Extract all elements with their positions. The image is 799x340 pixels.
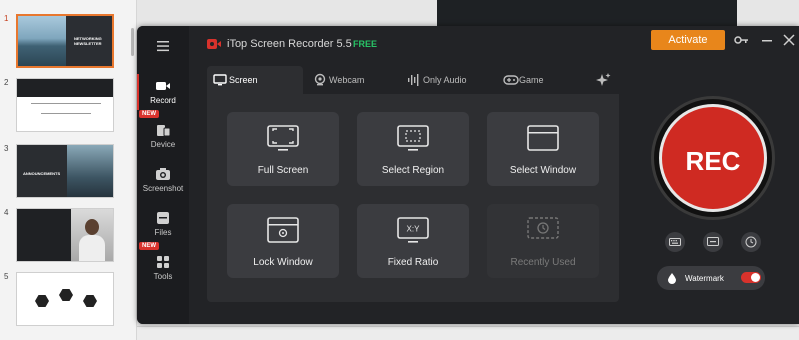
fixed-ratio-button[interactable]: X:Y Fixed Ratio <box>357 204 469 278</box>
select-window-icon <box>527 125 559 151</box>
slide-line <box>31 103 101 104</box>
select-window-label: Select Window <box>509 165 577 176</box>
lock-window-label: Lock Window <box>253 257 313 268</box>
watermark-control: Watermark <box>657 266 765 290</box>
nav-tools-label: Tools <box>153 272 173 281</box>
keyboard-icon <box>669 238 681 246</box>
full-screen-button[interactable]: Full Screen <box>227 112 339 186</box>
fixed-ratio-label: Fixed Ratio <box>387 257 439 268</box>
recently-used-button[interactable]: Recently Used <box>487 204 599 278</box>
background-status-bar <box>137 326 799 340</box>
app-logo-icon <box>207 39 221 49</box>
app-title: iTop Screen Recorder 5.5 <box>227 38 352 50</box>
fixed-ratio-glyph: X:Y <box>407 225 421 234</box>
nav-device[interactable]: NEW Device <box>137 110 189 158</box>
slide-number: 1 <box>4 14 9 23</box>
slide-title-text: ANNOUNCEMENTS <box>23 171 61 176</box>
watermark-label: Watermark <box>685 274 724 283</box>
rec-button[interactable]: REC <box>659 104 767 212</box>
select-region-button[interactable]: Select Region <box>357 112 469 186</box>
slide-photo <box>67 145 113 197</box>
nav-record[interactable]: Record <box>137 70 189 114</box>
recorder-window: Record NEW Device Screenshot Files NEW T… <box>137 26 799 324</box>
slide-title-text: NETWORKING NEWSLETTER <box>74 36 102 46</box>
slide-image <box>16 208 114 262</box>
slide-image: NETWORKING NEWSLETTER <box>16 14 114 68</box>
slide-image: ANNOUNCEMENTS <box>16 144 114 198</box>
video-camera-icon <box>156 82 170 90</box>
nav-files-label: Files <box>154 228 172 237</box>
recently-used-label: Recently Used <box>510 257 576 268</box>
free-tag: FREE <box>353 39 378 49</box>
slide-image <box>16 78 114 132</box>
slide-thumbnail-1[interactable]: 1 NETWORKING NEWSLETTER <box>0 14 137 74</box>
new-badge: NEW <box>139 110 159 118</box>
record-controls: REC Watermark <box>619 26 799 324</box>
tab-webcam[interactable]: Webcam <box>307 66 399 94</box>
nav-screenshot[interactable]: Screenshot <box>137 158 189 202</box>
slide-hexagon <box>83 295 97 307</box>
select-region-icon <box>397 125 429 151</box>
full-screen-icon <box>267 125 299 151</box>
tab-game-label: Game <box>519 75 544 85</box>
tab-webcam-label: Webcam <box>329 75 365 85</box>
subtitle-settings-button[interactable] <box>703 232 723 252</box>
desktop: 1 NETWORKING NEWSLETTER 2 3 ANNOUNCEMENT… <box>0 0 799 340</box>
screen-icon <box>707 237 719 246</box>
device-icon <box>157 125 171 137</box>
slide-thumbnail-2[interactable]: 2 <box>0 78 137 138</box>
left-nav: Record NEW Device Screenshot Files NEW T… <box>137 26 189 324</box>
files-icon <box>157 212 169 224</box>
tools-grid-icon <box>157 256 169 268</box>
clock-icon <box>745 236 757 248</box>
nav-record-label: Record <box>150 96 176 105</box>
mode-tabs: Screen Webcam Only Audio Game <box>207 66 619 94</box>
webcam-icon <box>314 73 326 86</box>
tab-screen-label: Screen <box>229 75 258 85</box>
watermark-toggle[interactable] <box>741 272 761 283</box>
slide-thumbnail-4[interactable]: 4 <box>0 208 137 268</box>
slide-thumbnail-5[interactable]: 5 <box>0 272 137 332</box>
slide-number: 5 <box>4 272 9 281</box>
slide-person-body <box>79 235 105 261</box>
nav-tools[interactable]: NEW Tools <box>137 242 189 290</box>
slide-number: 3 <box>4 144 9 153</box>
lock-window-icon <box>267 217 299 243</box>
slide-hexagon <box>59 289 73 301</box>
slide-header-band <box>17 79 113 97</box>
water-drop-icon <box>668 273 676 284</box>
nav-device-label: Device <box>150 140 176 149</box>
tab-screen[interactable]: Screen <box>207 66 303 94</box>
audio-wave-icon <box>408 74 419 86</box>
nav-screenshot-label: Screenshot <box>142 184 184 193</box>
slide-line <box>41 113 91 114</box>
select-window-button[interactable]: Select Window <box>487 112 599 186</box>
nav-files[interactable]: Files <box>137 202 189 246</box>
slide-thumbnail-panel: 1 NETWORKING NEWSLETTER 2 3 ANNOUNCEMENT… <box>0 0 137 340</box>
tab-only-audio-label: Only Audio <box>423 75 467 85</box>
lock-window-button[interactable]: Lock Window <box>227 204 339 278</box>
full-screen-label: Full Screen <box>257 165 309 176</box>
slide-thumbnail-3[interactable]: 3 ANNOUNCEMENTS <box>0 144 137 204</box>
history-icon <box>527 217 559 239</box>
screen-mode-panel: Full Screen Select Region Select Window … <box>207 94 619 302</box>
new-badge: NEW <box>139 242 159 250</box>
slide-number: 2 <box>4 78 9 87</box>
tab-only-audio[interactable]: Only Audio <box>401 66 497 94</box>
keyboard-settings-button[interactable] <box>665 232 685 252</box>
camera-icon <box>156 168 170 180</box>
select-region-label: Select Region <box>381 165 445 176</box>
tab-game[interactable]: Game <box>497 66 581 94</box>
gamepad-icon <box>503 75 519 85</box>
menu-button[interactable] <box>137 30 189 60</box>
slide-number: 4 <box>4 208 9 217</box>
hamburger-icon <box>157 41 169 52</box>
sparkle-icon[interactable] <box>595 72 611 88</box>
slide-image <box>16 272 114 326</box>
slide-hexagon <box>35 295 49 307</box>
monitor-icon <box>213 74 227 86</box>
fixed-ratio-icon: X:Y <box>397 217 429 243</box>
schedule-button[interactable] <box>741 232 761 252</box>
slide-person-head <box>85 219 99 235</box>
